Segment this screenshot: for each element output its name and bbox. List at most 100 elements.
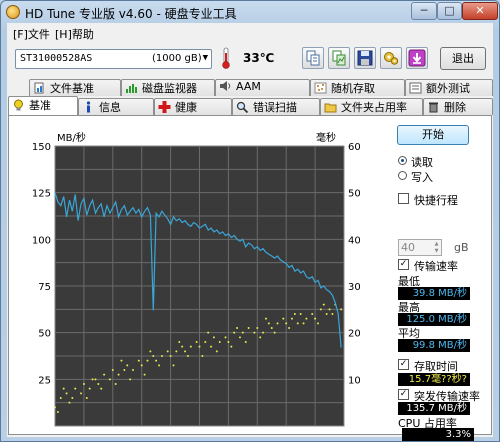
access-time-point — [111, 369, 114, 371]
maximize-button[interactable]: □ — [437, 2, 462, 20]
file-benchmark-icon — [34, 82, 44, 94]
tab-file-benchmark[interactable]: 文件基准 — [29, 79, 121, 96]
transfer-rate-checkbox[interactable]: ✓ — [398, 259, 409, 270]
access-time-checkbox[interactable]: ✓ — [398, 359, 409, 370]
app-icon — [6, 5, 20, 19]
access-time-point — [198, 345, 201, 348]
tab-erase[interactable]: 删除 — [423, 98, 493, 115]
tab-extra-tests[interactable]: 额外测试 — [405, 79, 493, 96]
start-button[interactable]: 开始 — [397, 125, 469, 145]
tab-random-access-label: 随机存取 — [331, 82, 375, 95]
save-button[interactable] — [354, 47, 376, 69]
exit-button[interactable]: 退出 — [440, 47, 486, 70]
tab-aam[interactable]: AAM — [215, 79, 310, 96]
title-bar[interactable]: HD Tune 专业版 v4.60 - 硬盘专业工具 ─ □ ✕ — [1, 1, 499, 23]
y-left-tick-label: 75 — [38, 282, 51, 293]
tab-health[interactable]: 健康 — [154, 98, 232, 115]
y-left-tick-label: 125 — [32, 189, 51, 200]
copy-text-button[interactable] — [302, 47, 324, 69]
write-radio[interactable] — [398, 171, 407, 180]
drive-name: ST31000528AS — [20, 53, 93, 64]
access-time-point — [126, 364, 129, 367]
access-time-point — [340, 308, 343, 311]
spin-down-icon[interactable]: ▼ — [432, 248, 441, 255]
access-time-label: 存取时间 — [414, 360, 458, 373]
menu-file[interactable]: [F]文件 — [13, 26, 50, 42]
tab-extra-tests-label: 额外测试 — [426, 82, 470, 95]
access-time-point — [178, 341, 181, 343]
menu-help[interactable]: [H]帮助 — [55, 26, 94, 42]
access-time-point — [123, 369, 126, 371]
access-time-point — [290, 317, 293, 320]
copy-screenshot-icon — [332, 50, 346, 66]
drive-capacity: (1000 gB) — [152, 53, 202, 64]
options-button[interactable] — [380, 47, 402, 69]
tab-info[interactable]: 信息 — [78, 98, 154, 115]
access-time-point — [85, 397, 88, 399]
shortstroke-spinner[interactable]: 40 ▲ ▼ — [398, 239, 442, 256]
access-time-point — [212, 336, 215, 339]
access-time-point — [152, 355, 155, 357]
download-icon — [408, 49, 426, 67]
access-time-point — [224, 336, 227, 339]
shortstroke-checkbox[interactable] — [398, 193, 409, 204]
y-left-axis-label: MB/秒 — [57, 131, 86, 144]
access-time-point — [158, 364, 161, 367]
access-time-point — [143, 373, 146, 376]
download-button[interactable] — [406, 47, 428, 69]
tab-error-scan[interactable]: 错误扫描 — [232, 98, 320, 115]
access-time-point — [140, 364, 143, 367]
toolbar: ST31000528AS (1000 gB) ▼ 33℃ 退出 — [7, 41, 493, 77]
access-time-point — [305, 317, 308, 320]
y-left-tick-label: 100 — [32, 235, 51, 246]
access-time-point — [259, 336, 262, 339]
benchmark-panel: MB/秒 毫秒 150 125 100 75 50 25 60 50 40 30 20 10 开始 读取 … — [8, 115, 492, 435]
access-time-point — [169, 355, 172, 357]
access-time-point — [302, 322, 305, 325]
access-time-point — [262, 331, 265, 334]
random-access-icon — [314, 82, 327, 94]
minimize-button[interactable]: ─ — [411, 2, 437, 20]
access-time-point — [253, 331, 256, 334]
access-time-point — [155, 359, 158, 362]
options-icon — [384, 52, 399, 65]
access-time-point — [80, 392, 83, 395]
access-time-point — [233, 331, 236, 334]
transfer-rate-label: 传输速率 — [414, 260, 458, 273]
tab-folder-usage-label: 文件夹占用率 — [341, 101, 407, 114]
access-time-point — [282, 317, 285, 320]
thermometer-icon — [222, 47, 230, 69]
access-time-point — [129, 378, 132, 381]
drive-select[interactable]: ST31000528AS (1000 gB) ▼ — [15, 49, 212, 69]
tab-benchmark[interactable]: 基准 — [8, 96, 78, 115]
access-time-point — [244, 341, 247, 343]
close-button[interactable]: ✕ — [462, 2, 498, 20]
tab-disk-monitor[interactable]: 磁盘监视器 — [121, 79, 215, 96]
tab-info-label: 信息 — [99, 101, 121, 114]
copy-screenshot-button[interactable] — [328, 47, 350, 69]
read-radio[interactable] — [398, 156, 407, 165]
y-right-tick-label: 40 — [348, 235, 361, 246]
burst-rate-checkbox[interactable]: ✓ — [398, 389, 409, 400]
burst-rate-value: 135.7 MB/秒 — [398, 402, 470, 415]
chevron-down-icon[interactable]: ▼ — [203, 53, 208, 63]
lightbulb-icon — [14, 99, 23, 111]
access-time-point — [322, 303, 325, 306]
access-time-point — [146, 359, 149, 362]
access-time-point — [293, 313, 296, 315]
access-time-point — [276, 322, 279, 325]
access-time-point — [311, 313, 314, 315]
tab-random-access[interactable]: 随机存取 — [310, 79, 405, 96]
access-time-point — [97, 383, 100, 385]
access-time-point — [54, 406, 56, 409]
access-time-point — [247, 327, 250, 329]
access-time-point — [68, 401, 71, 404]
magnifier-icon — [236, 101, 249, 113]
access-time-point — [319, 308, 322, 311]
access-time-point — [256, 327, 259, 329]
access-time-point — [186, 355, 189, 357]
tab-folder-usage[interactable]: 文件夹占用率 — [320, 98, 423, 115]
spin-up-icon[interactable]: ▲ — [432, 241, 441, 248]
shortstroke-unit: gB — [454, 241, 469, 254]
access-time-point — [285, 322, 288, 325]
